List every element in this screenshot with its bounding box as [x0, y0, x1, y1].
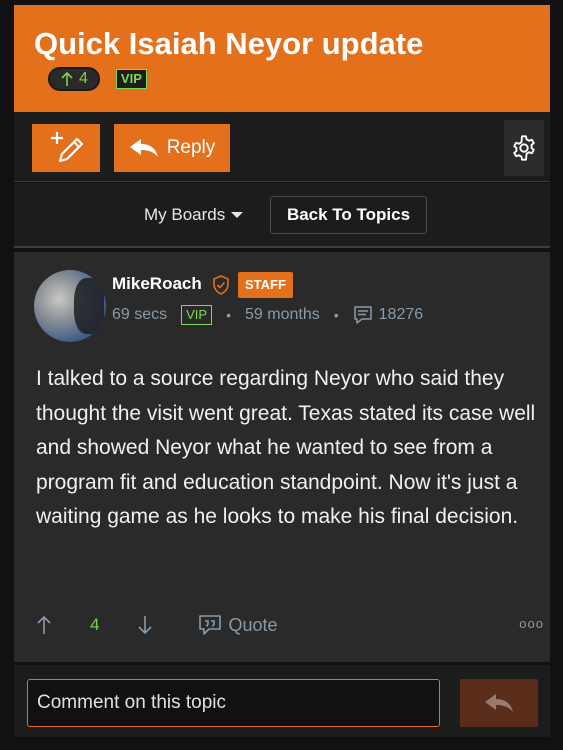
reply-label: Reply [166, 137, 216, 158]
user-post-count: 18276 [378, 306, 424, 323]
shield-check-icon [213, 275, 229, 295]
post-time: 69 secs [112, 306, 168, 323]
post-card: MikeRoach STAFF 69 secs VIP • 59 months … [14, 252, 550, 662]
meta-separator-dot: • [333, 307, 339, 323]
post-meta: 69 secs VIP • 59 months • 18276 [112, 305, 423, 325]
post-body: I talked to a source regarding Neyor who… [36, 367, 536, 528]
post-actions: 4 Quote ooo [36, 610, 543, 640]
topic-badges: 4 VIP [48, 67, 532, 91]
pencil-plus-icon [51, 132, 84, 163]
member-since: 59 months [245, 306, 320, 323]
my-boards-label: My Boards [144, 205, 226, 224]
board-nav: My Boards Back To Topics [14, 183, 550, 248]
topic-title: Quick Isaiah Neyor update [34, 26, 424, 61]
topic-vote-count: 4 [79, 70, 88, 87]
user-vip-badge: VIP [181, 305, 213, 325]
new-topic-button[interactable] [32, 124, 100, 172]
quote-label: Quote [228, 614, 278, 635]
downvote-button[interactable] [137, 615, 153, 635]
reply-button[interactable]: Reply [114, 124, 230, 172]
quote-icon [199, 615, 222, 635]
gear-icon [513, 135, 535, 161]
reply-arrow-icon [129, 139, 158, 157]
post-count-icon [353, 305, 373, 325]
submit-comment-button[interactable] [460, 679, 538, 727]
quote-button[interactable]: Quote [199, 614, 278, 636]
meta-separator-dot: • [226, 307, 232, 323]
avatar[interactable] [34, 270, 106, 342]
arrow-up-icon [61, 71, 73, 86]
topic-toolbar: Reply [14, 112, 550, 182]
topic-header: Quick Isaiah Neyor update 4 VIP [14, 5, 550, 112]
post-vote-count: 4 [90, 615, 100, 634]
avatar-shade [74, 278, 104, 334]
post-username[interactable]: MikeRoach [112, 274, 202, 294]
my-boards-dropdown[interactable]: My Boards [144, 205, 244, 225]
reply-arrow-icon [485, 694, 513, 712]
comment-input[interactable] [27, 679, 440, 727]
back-to-topics-button[interactable]: Back To Topics [270, 196, 427, 234]
comment-bar [14, 665, 550, 737]
vip-badge: VIP [115, 69, 147, 89]
upvote-button[interactable] [36, 615, 52, 635]
more-options-button[interactable]: ooo [519, 616, 544, 631]
topic-vote-pill[interactable]: 4 [48, 67, 100, 91]
settings-button[interactable] [504, 120, 544, 176]
arrow-down-icon [138, 616, 153, 635]
arrow-up-icon [37, 615, 51, 634]
staff-badge: STAFF [238, 272, 293, 298]
caret-down-icon [231, 212, 244, 218]
